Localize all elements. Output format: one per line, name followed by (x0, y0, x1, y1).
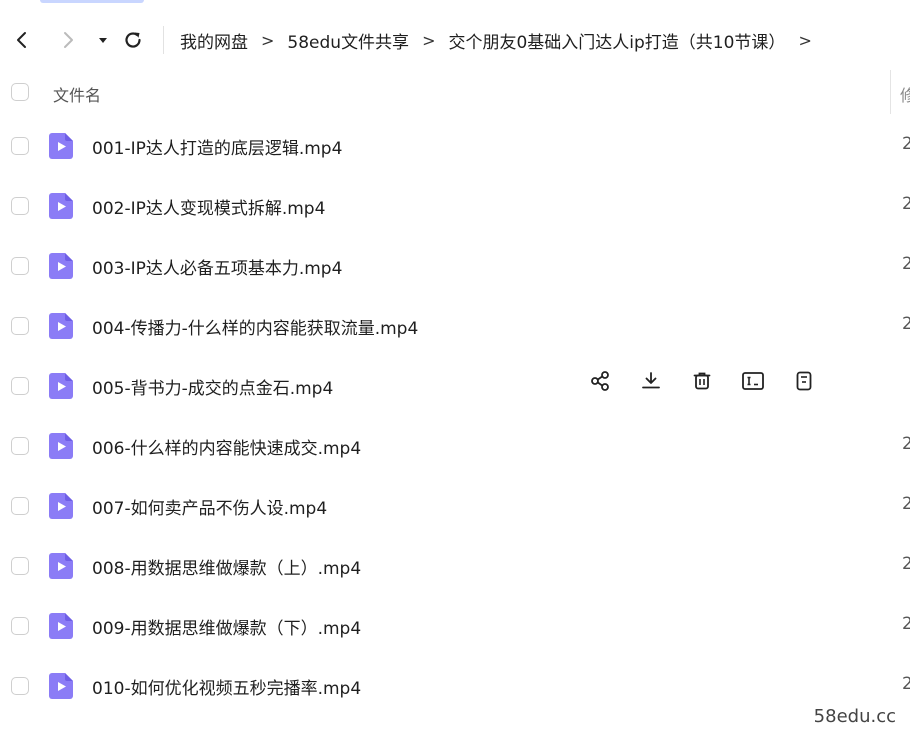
select-all-checkbox[interactable] (11, 83, 29, 101)
file-name[interactable]: 004-传播力-什么样的内容能获取流量.mp4 (92, 314, 418, 339)
download-button[interactable] (639, 369, 663, 393)
history-dropdown-button[interactable] (91, 28, 115, 52)
table-row[interactable]: 008-用数据思维做爆款（上）.mp4 2 (0, 536, 910, 596)
video-file-icon (49, 313, 73, 339)
file-modified-clipped: 2 (902, 614, 910, 634)
row-checkbox[interactable] (11, 437, 29, 455)
back-button[interactable] (10, 28, 34, 52)
video-file-icon (49, 553, 73, 579)
file-modified-clipped: 2 (902, 134, 910, 154)
file-name[interactable]: 009-用数据思维做爆款（下）.mp4 (92, 614, 361, 639)
file-modified-clipped: 2 (902, 554, 910, 574)
video-file-icon (49, 193, 73, 219)
caret-down-icon (99, 38, 107, 43)
row-checkbox[interactable] (11, 377, 29, 395)
breadcrumb: 我的网盘 > 58edu文件共享 > 交个朋友0基础入门达人ip打造（共10节课… (180, 26, 825, 54)
column-header-modified[interactable]: 修 (900, 82, 910, 106)
video-file-icon (49, 373, 73, 399)
chevron-left-icon (17, 32, 26, 48)
row-checkbox[interactable] (11, 497, 29, 515)
table-header: 文件名 修 (0, 70, 910, 114)
file-name[interactable]: 005-背书力-成交的点金石.mp4 (92, 374, 333, 399)
breadcrumb-separator: > (422, 30, 436, 50)
file-modified-clipped: 2 (902, 314, 910, 334)
file-name[interactable]: 001-IP达人打造的底层逻辑.mp4 (92, 134, 342, 159)
video-file-icon (49, 253, 73, 279)
video-file-icon (49, 613, 73, 639)
file-modified-clipped: 2 (902, 674, 910, 694)
watermark-text: 58edu.cc (813, 706, 896, 727)
file-modified-clipped: 2 (902, 494, 910, 514)
row-checkbox[interactable] (11, 557, 29, 575)
forward-button[interactable] (56, 28, 80, 52)
file-modified-clipped: 2 (902, 254, 910, 274)
table-row[interactable]: 006-什么样的内容能快速成交.mp4 2 (0, 416, 910, 476)
file-name[interactable]: 010-如何优化视频五秒完播率.mp4 (92, 674, 361, 699)
column-header-filename[interactable]: 文件名 (53, 82, 101, 106)
details-button[interactable] (792, 369, 816, 393)
file-name[interactable]: 006-什么样的内容能快速成交.mp4 (92, 434, 361, 459)
table-row[interactable]: 004-传播力-什么样的内容能获取流量.mp4 2 (0, 296, 910, 356)
row-checkbox[interactable] (11, 257, 29, 275)
row-checkbox[interactable] (11, 197, 29, 215)
row-action-bar (588, 369, 843, 393)
share-icon (591, 371, 609, 391)
video-file-icon (49, 433, 73, 459)
rename-icon (742, 372, 764, 390)
breadcrumb-more[interactable]: > (785, 31, 824, 50)
table-row[interactable]: 003-IP达人必备五项基本力.mp4 2 (0, 236, 910, 296)
file-modified-clipped: 2 (902, 194, 910, 214)
video-file-icon (49, 133, 73, 159)
rename-button[interactable] (741, 369, 765, 393)
video-file-icon (49, 673, 73, 699)
file-name[interactable]: 002-IP达人变现模式拆解.mp4 (92, 194, 325, 219)
delete-button[interactable] (690, 369, 714, 393)
table-row[interactable]: 010-如何优化视频五秒完播率.mp4 2 (0, 656, 910, 716)
row-checkbox[interactable] (11, 317, 29, 335)
share-button[interactable] (588, 369, 612, 393)
nav-separator (163, 26, 164, 54)
table-row-hovered[interactable]: 005-背书力-成交的点金石.mp4 (0, 356, 910, 416)
breadcrumb-item-shared-folder[interactable]: 58edu文件共享 (287, 28, 409, 53)
row-checkbox[interactable] (11, 137, 29, 155)
row-checkbox[interactable] (11, 677, 29, 695)
table-row[interactable]: 009-用数据思维做爆款（下）.mp4 2 (0, 596, 910, 656)
column-divider[interactable] (890, 70, 891, 114)
file-name[interactable]: 003-IP达人必备五项基本力.mp4 (92, 254, 342, 279)
navigation-bar: 我的网盘 > 58edu文件共享 > 交个朋友0基础入门达人ip打造（共10节课… (0, 14, 910, 66)
download-icon (642, 372, 660, 389)
chevron-right-icon (64, 32, 73, 48)
table-row[interactable]: 007-如何卖产品不伤人设.mp4 2 (0, 476, 910, 536)
refresh-button[interactable] (121, 28, 145, 52)
refresh-icon (125, 32, 141, 48)
table-row[interactable]: 002-IP达人变现模式拆解.mp4 2 (0, 176, 910, 236)
file-name[interactable]: 007-如何卖产品不伤人设.mp4 (92, 494, 327, 519)
video-file-icon (49, 493, 73, 519)
breadcrumb-item-my-drive[interactable]: 我的网盘 (180, 28, 248, 53)
row-checkbox[interactable] (11, 617, 29, 635)
breadcrumb-item-course-folder[interactable]: 交个朋友0基础入门达人ip打造（共10节课） (448, 28, 785, 53)
delete-icon (693, 372, 711, 390)
table-row[interactable]: 001-IP达人打造的底层逻辑.mp4 2 (0, 116, 910, 176)
details-icon (796, 371, 812, 391)
file-name[interactable]: 008-用数据思维做爆款（上）.mp4 (92, 554, 361, 579)
top-accent-bar (40, 0, 144, 3)
file-modified-clipped: 2 (902, 434, 910, 454)
breadcrumb-separator: > (261, 30, 275, 50)
